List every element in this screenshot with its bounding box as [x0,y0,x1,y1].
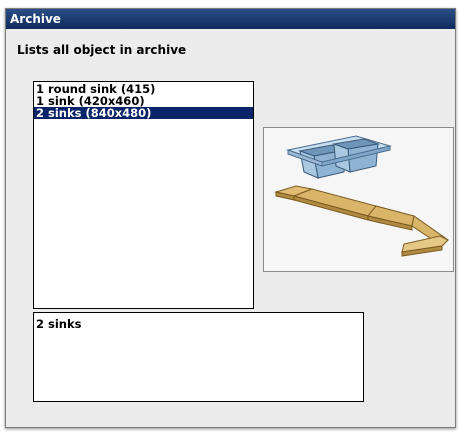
object-name-field[interactable]: 2 sinks [33,312,364,402]
description-label: Lists all object in archive [17,43,187,57]
archive-listbox[interactable]: 1 round sink (415) 1 sink (420x460) 2 si… [33,81,254,309]
archive-window: Archive Lists all object in archive 1 ro… [5,8,456,428]
double-sink-icon [274,135,449,257]
window-title: Archive [6,9,455,29]
object-preview [263,127,454,272]
list-item-selected[interactable]: 2 sinks (840x480) [34,107,253,119]
object-name-value: 2 sinks [36,317,82,331]
